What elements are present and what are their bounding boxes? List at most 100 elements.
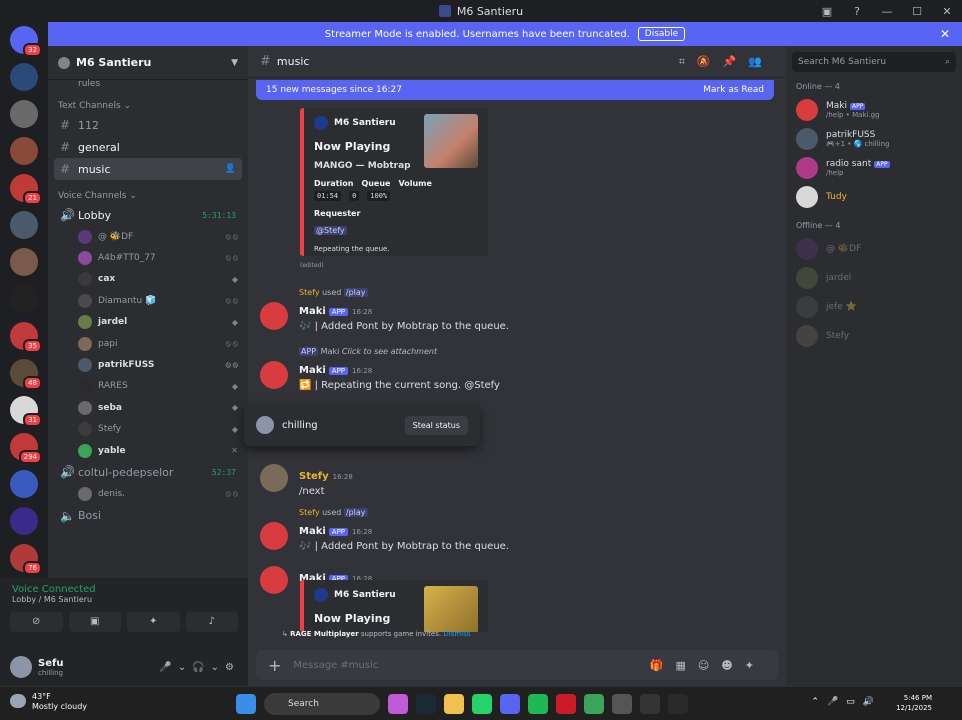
server-icon[interactable]: 35 (10, 322, 42, 353)
channel-music[interactable]: # music 👤 (54, 158, 242, 180)
voice-user[interactable]: papi ⦸⦸ (78, 333, 240, 354)
new-messages-bar[interactable]: 15 new messages since 16:27 Mark as Read (256, 80, 774, 100)
add-attachment-button[interactable]: + (268, 656, 281, 675)
activities-button[interactable]: ✦ (127, 612, 180, 632)
voice-user[interactable]: yable ✕ (78, 440, 240, 461)
member-item[interactable]: Stefy (786, 321, 962, 350)
server-icon[interactable]: 31 (10, 396, 42, 427)
system-tray[interactable]: ⌃🎤▭🔊 (812, 697, 882, 707)
author-name[interactable]: Maki (299, 365, 326, 376)
server-icon[interactable] (10, 470, 38, 498)
track-thumbnail[interactable] (424, 114, 478, 168)
author-name[interactable]: Maki (299, 306, 326, 317)
voice-channels-category[interactable]: Voice Channels ⌄ (48, 188, 248, 204)
mic-headset-settings-icons[interactable]: 🎤⌄🎧⌄⚙ (159, 662, 240, 673)
member-item[interactable]: Tudy (786, 182, 962, 211)
voice-user[interactable]: jardel ◆ (78, 312, 240, 333)
avatar[interactable] (260, 361, 288, 389)
add-member-icon[interactable]: 👤 (225, 164, 236, 174)
server-icon[interactable] (10, 100, 38, 128)
mark-as-read-button[interactable]: Mark as Read (703, 85, 764, 95)
reply-context[interactable]: Stefy used /play (299, 288, 770, 297)
server-icon[interactable] (10, 248, 38, 276)
voice-channel-coltul[interactable]: 🔊 coltul-pedepselor 52:37 (54, 461, 242, 483)
close-button[interactable]: ✕ (932, 5, 962, 18)
minimize-button[interactable]: — (872, 5, 902, 18)
member-item[interactable]: radio sant APP/help (786, 153, 962, 182)
avatar[interactable] (260, 464, 288, 492)
avatar[interactable] (260, 302, 288, 330)
voice-channel-lobby[interactable]: 🔊 Lobby 5:31:13 (54, 204, 242, 226)
soundboard-button[interactable]: ♪ (185, 612, 238, 632)
voice-user[interactable]: @ 🐝DF ⦸⦸ (78, 226, 240, 247)
maximize-button[interactable]: ☐ (902, 5, 932, 18)
server-icon[interactable] (10, 507, 38, 535)
voice-status[interactable]: Voice Connected (12, 584, 236, 595)
guild-header[interactable]: M6 Santieru ▼ (48, 46, 248, 80)
close-icon[interactable]: ✕ (940, 27, 950, 41)
track-thumbnail[interactable] (424, 586, 478, 632)
explorer-icon[interactable] (444, 694, 464, 714)
member-item[interactable]: jefe ⭐ (786, 292, 962, 321)
app-icon[interactable] (640, 694, 660, 714)
server-icon[interactable] (10, 211, 38, 239)
member-item[interactable]: patrikFUSS 🎮+1 • 🌎 chilling (786, 124, 962, 153)
taskbar-search[interactable]: Search (264, 693, 380, 715)
start-button[interactable] (236, 694, 256, 714)
server-icon[interactable]: 294 (10, 433, 42, 464)
channel-rules[interactable]: rules (54, 78, 242, 90)
server-icon[interactable]: 32 (10, 26, 42, 57)
whatsapp-icon[interactable] (472, 694, 492, 714)
screen-share-icon[interactable]: ▣ (812, 5, 842, 18)
server-icon[interactable] (10, 285, 38, 313)
reply-context[interactable]: APP Maki Click to see attachment (299, 347, 770, 356)
voice-channel-bosi[interactable]: 🔈 Bosi (54, 505, 242, 527)
clock[interactable]: 5:46 PM 12/1/2025 (896, 693, 932, 713)
voice-user[interactable]: patrikFUSS ⦸⦸ (78, 354, 240, 375)
avatar[interactable] (260, 522, 288, 550)
member-item[interactable]: jardel (786, 263, 962, 292)
rage-mp-icon[interactable] (668, 694, 688, 714)
channel-general[interactable]: # general (54, 136, 242, 158)
voice-user[interactable]: Diamantu 🧊 ⦸⦸ (78, 290, 240, 311)
server-icon[interactable]: 48 (10, 359, 42, 390)
dismiss-link[interactable]: Dismiss (443, 630, 470, 638)
app-icon[interactable] (584, 694, 604, 714)
author-name[interactable]: Stefy (299, 471, 329, 482)
user-mention[interactable]: @Stefy (314, 226, 347, 235)
app-icon[interactable] (612, 694, 632, 714)
screen-share-button[interactable]: ▣ (68, 612, 121, 632)
voice-user[interactable]: denis. ⦸⦸ (78, 483, 240, 504)
channel-112[interactable]: #112 (54, 114, 242, 136)
composer-tools[interactable]: 🎁▦☺☻✦ (650, 659, 766, 672)
reply-context[interactable]: Stefy used /play (299, 508, 770, 517)
text-channels-category[interactable]: Text Channels ⌄ (48, 98, 248, 114)
voice-user[interactable]: cax ◆ (78, 269, 240, 290)
search-input[interactable]: Search M6 Santieru ⌕ (792, 52, 956, 72)
discord-icon[interactable] (500, 694, 520, 714)
avatar[interactable] (10, 656, 32, 678)
voice-user[interactable]: seba ◆ (78, 397, 240, 418)
copilot-icon[interactable] (388, 694, 408, 714)
server-icon[interactable]: 21 (10, 174, 42, 205)
steal-status-button[interactable]: Steal status (404, 415, 468, 435)
help-icon[interactable]: ? (842, 5, 872, 18)
camera-off-button[interactable]: ⊘ (10, 612, 63, 632)
avatar[interactable] (260, 566, 288, 594)
voice-user[interactable]: Stefy ◆ (78, 419, 240, 440)
author-name[interactable]: Maki (299, 526, 326, 537)
server-icon[interactable]: 76 (10, 544, 42, 575)
voice-user[interactable]: RARES ◆ (78, 376, 240, 397)
spotify-icon[interactable] (528, 694, 548, 714)
server-icon[interactable] (10, 137, 38, 165)
steam-icon[interactable] (416, 694, 436, 714)
header-tools[interactable]: ⌗🔕📌👥 (679, 55, 774, 69)
disable-button[interactable]: Disable (637, 27, 686, 41)
voice-location[interactable]: Lobby / M6 Santieru (12, 595, 236, 604)
server-icon[interactable] (10, 63, 38, 91)
weather-widget[interactable]: 43°F Mostly cloudy (10, 692, 87, 712)
member-item[interactable]: Maki APP/help • Maki.gg (786, 95, 962, 124)
opera-icon[interactable] (556, 694, 576, 714)
voice-user[interactable]: A4b#TT0_77 ⦸⦸ (78, 247, 240, 268)
message-input[interactable]: Message #music (293, 660, 378, 671)
